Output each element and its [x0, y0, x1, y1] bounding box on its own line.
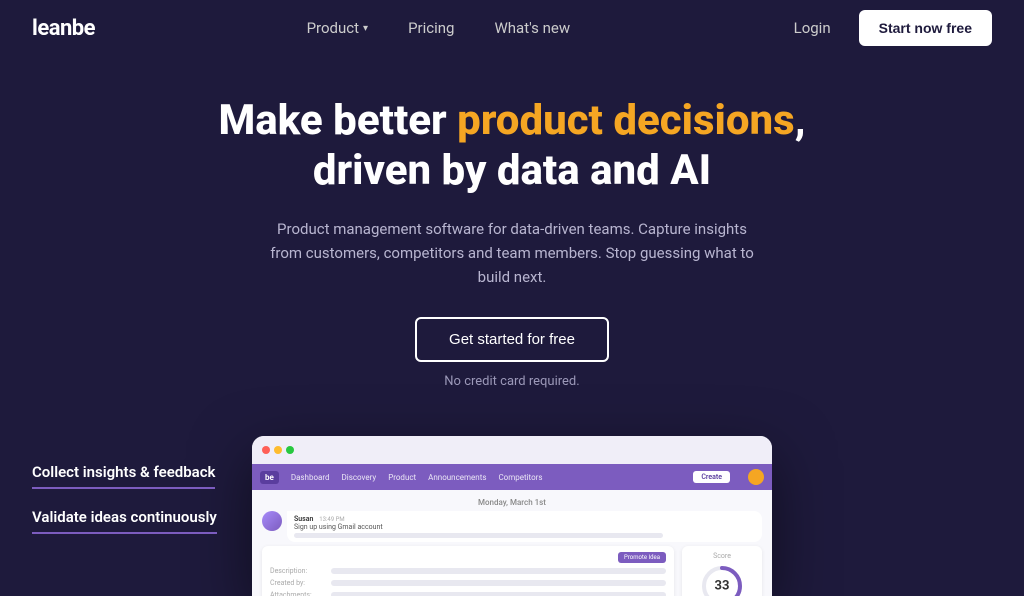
score-label: Score — [713, 552, 731, 560]
nav-item-product[interactable]: Product ▾ — [291, 13, 384, 43]
window-dot-yellow — [274, 446, 282, 454]
hero-title: Make better product decisions, driven by… — [218, 96, 805, 197]
nav-item-pricing[interactable]: Pricing — [392, 13, 470, 43]
form-label-created: Created by: — [270, 579, 325, 587]
app-window-bar — [252, 436, 772, 464]
form-row-created: Created by: — [270, 579, 666, 587]
app-nav-competitors: Competitors — [498, 473, 542, 482]
form-label-attachments: Attachments: — [270, 591, 325, 596]
hint-collect-title: Collect insights & feedback — [32, 463, 215, 489]
form-bar-attachments — [331, 592, 666, 596]
nav-item-whats-new[interactable]: What's new — [478, 13, 586, 43]
form-bar-description — [331, 568, 666, 574]
hero-title-white1: Make better — [218, 96, 457, 145]
logo[interactable]: leanbe — [32, 16, 95, 41]
hero-title-line2: driven by data and AI — [313, 146, 711, 195]
app-nav-discovery: Discovery — [342, 473, 377, 482]
hero-title-comma: , — [795, 96, 806, 145]
app-score-panel: Score 33 more info — [682, 546, 762, 596]
hero-section: Make better product decisions, driven by… — [0, 56, 1024, 417]
app-nav-announcements: Announcements — [428, 473, 486, 482]
form-row-attachments: Attachments: — [270, 591, 666, 596]
score-circle: 33 — [700, 564, 744, 596]
form-bar-created — [331, 580, 666, 586]
nav-right: Login Start now free — [782, 10, 992, 46]
get-started-button[interactable]: Get started for free — [415, 317, 609, 362]
nav-center: Product ▾ Pricing What's new — [291, 13, 587, 43]
bubble-content: Susan 13:49 PM Sign up using Gmail accou… — [287, 511, 762, 542]
promote-idea-badge: Promote Idea — [618, 552, 666, 563]
navbar: leanbe Product ▾ Pricing What's new Logi… — [0, 0, 1024, 56]
score-number: 33 — [715, 579, 730, 594]
bottom-hints: Collect insights & feedback Validate ide… — [0, 462, 340, 576]
hint-validate-title: Validate ideas continuously — [32, 508, 217, 534]
hero-subtitle: Product management software for data-dri… — [262, 217, 762, 289]
bubble-text: Sign up using Gmail account — [294, 523, 755, 531]
chevron-down-icon: ▾ — [363, 23, 368, 34]
app-nav-product: Product — [388, 473, 416, 482]
window-dot-red — [262, 446, 270, 454]
start-now-button[interactable]: Start now free — [859, 10, 992, 46]
no-credit-text: No credit card required. — [444, 374, 579, 389]
hint-collect: Collect insights & feedback — [32, 462, 308, 495]
hint-validate: Validate ideas continuously — [32, 507, 308, 540]
app-nav-create-btn[interactable]: Create — [693, 471, 730, 483]
login-button[interactable]: Login — [782, 13, 843, 43]
app-user-avatar — [748, 469, 764, 485]
window-dot-green — [286, 446, 294, 454]
bubble-text-placeholder — [294, 533, 663, 538]
hero-title-accent: product decisions — [457, 96, 795, 145]
